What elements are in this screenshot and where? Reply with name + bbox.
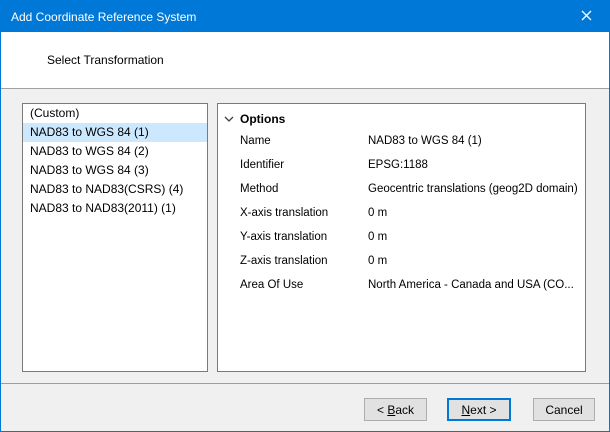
option-label: Name	[240, 129, 368, 153]
option-value: 0 m	[368, 249, 585, 273]
dialog-window: Add Coordinate Reference System Select T…	[0, 0, 610, 432]
option-label: X-axis translation	[240, 201, 368, 225]
cancel-button[interactable]: Cancel	[533, 398, 595, 421]
options-row[interactable]: Area Of UseNorth America - Canada and US…	[218, 273, 585, 297]
options-panel: Options NameNAD83 to WGS 84 (1)Identifie…	[217, 103, 586, 372]
option-value: North America - Canada and USA (CO...	[368, 273, 585, 297]
title-bar: Add Coordinate Reference System	[1, 1, 609, 32]
option-value: NAD83 to WGS 84 (1)	[368, 129, 585, 153]
options-row[interactable]: NameNAD83 to WGS 84 (1)	[218, 129, 585, 153]
option-value: 0 m	[368, 201, 585, 225]
back-button[interactable]: < Back	[364, 398, 427, 421]
list-item[interactable]: NAD83 to NAD83(2011) (1)	[23, 199, 207, 218]
options-row[interactable]: Z-axis translation0 m	[218, 249, 585, 273]
next-button[interactable]: Next >	[447, 398, 511, 421]
list-item[interactable]: (Custom)	[23, 104, 207, 123]
options-group-title: Options	[240, 109, 285, 129]
close-button[interactable]	[564, 1, 609, 32]
option-value: 0 m	[368, 225, 585, 249]
options-row[interactable]: MethodGeocentric translations (geog2D do…	[218, 177, 585, 201]
cancel-button-label: Cancel	[545, 403, 582, 417]
options-row[interactable]: IdentifierEPSG:1188	[218, 153, 585, 177]
option-label: Z-axis translation	[240, 249, 368, 273]
option-label: Method	[240, 177, 368, 201]
options-row[interactable]: Y-axis translation0 m	[218, 225, 585, 249]
option-label: Area Of Use	[240, 273, 368, 297]
list-item[interactable]: NAD83 to WGS 84 (2)	[23, 142, 207, 161]
options-group-header[interactable]: Options	[218, 109, 585, 129]
option-value: EPSG:1188	[368, 153, 585, 177]
list-item[interactable]: NAD83 to WGS 84 (1)	[23, 123, 207, 142]
list-item[interactable]: NAD83 to NAD83(CSRS) (4)	[23, 180, 207, 199]
window-title: Add Coordinate Reference System	[1, 10, 196, 24]
chevron-down-icon[interactable]	[218, 116, 240, 122]
transformation-list[interactable]: (Custom)NAD83 to WGS 84 (1)NAD83 to WGS …	[22, 103, 208, 372]
option-value: Geocentric translations (geog2D domain)	[368, 177, 585, 201]
wizard-header: Select Transformation	[1, 32, 609, 89]
list-item[interactable]: NAD83 to WGS 84 (3)	[23, 161, 207, 180]
option-label: Identifier	[240, 153, 368, 177]
wizard-subtitle: Select Transformation	[47, 32, 164, 88]
options-grid: NameNAD83 to WGS 84 (1)IdentifierEPSG:11…	[218, 129, 585, 297]
option-label: Y-axis translation	[240, 225, 368, 249]
footer-separator	[1, 383, 609, 384]
options-row[interactable]: X-axis translation0 m	[218, 201, 585, 225]
close-icon	[581, 10, 592, 24]
